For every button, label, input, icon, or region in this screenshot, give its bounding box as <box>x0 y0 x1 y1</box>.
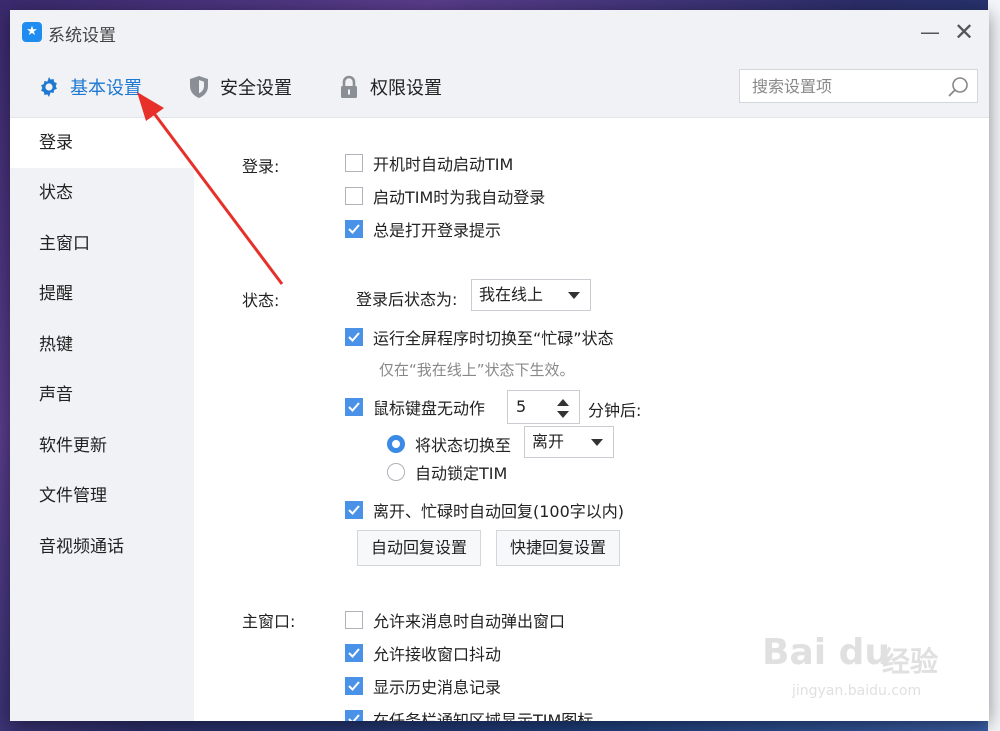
check-icon <box>348 505 360 515</box>
quick-reply-settings-button[interactable]: 快捷回复设置 <box>496 530 621 566</box>
background-app-edge <box>988 0 1000 731</box>
tab-permission-settings-label: 权限设置 <box>370 78 442 99</box>
fullscreen-hint: 仅在“我在线上”状态下生效。 <box>379 361 575 379</box>
search-input[interactable] <box>740 70 935 102</box>
checkbox-checked[interactable] <box>345 398 363 416</box>
radio-label: 将状态切换至 <box>415 436 512 455</box>
tab-basic-settings[interactable]: 基本设置 <box>36 72 142 102</box>
option-label: 开机时自动启动TIM <box>373 155 514 174</box>
sidebar-item-login[interactable]: 登录 <box>10 118 194 168</box>
option-auto-start[interactable]: 开机时自动启动TIM <box>345 151 513 175</box>
option-label: 允许来消息时自动弹出窗口 <box>373 612 566 631</box>
search-box <box>739 69 978 103</box>
after-login-status-label: 登录后状态为: <box>356 290 458 309</box>
section-label-status: 状态: <box>242 291 280 310</box>
auto-reply-settings-button[interactable]: 自动回复设置 <box>357 530 482 566</box>
option-auto-reply[interactable]: 离开、忙碌时自动回复(100字以内) <box>345 498 624 522</box>
settings-content: 登录: 开机时自动启动TIM 启动TIM时为我自动登录 总是打开登录提示 状态:… <box>194 118 989 721</box>
option-auto-login[interactable]: 启动TIM时为我自动登录 <box>345 184 545 208</box>
checkbox-checked[interactable] <box>345 328 363 346</box>
option-label: 显示历史消息记录 <box>373 678 502 697</box>
check-icon <box>348 714 360 721</box>
radio-selected[interactable] <box>387 435 405 453</box>
settings-sidebar: 登录 状态 主窗口 提醒 热键 声音 软件更新 文件管理 音视频通话 <box>10 118 194 721</box>
settings-toolbar: 基本设置 安全设置 权限设置 <box>10 54 989 118</box>
check-icon <box>348 681 360 691</box>
stepper-value: 5 <box>516 397 527 416</box>
checkbox-checked[interactable] <box>345 501 363 519</box>
option-label: 允许接收窗口抖动 <box>373 645 502 664</box>
checkbox[interactable] <box>345 154 363 172</box>
sidebar-item-software-update[interactable]: 软件更新 <box>10 421 194 471</box>
option-label: 运行全屏程序时切换至“忙碌”状态 <box>373 329 614 348</box>
check-icon <box>348 648 360 658</box>
idle-suffix: 分钟后: <box>588 401 642 420</box>
after-login-status-select[interactable]: 我在线上 <box>471 279 591 311</box>
check-icon <box>348 332 360 342</box>
checkbox-checked[interactable] <box>345 677 363 695</box>
sidebar-item-status[interactable]: 状态 <box>10 168 194 218</box>
tab-basic-settings-label: 基本设置 <box>70 78 142 99</box>
chevron-down-icon <box>591 439 603 446</box>
idle-status-select[interactable]: 离开 <box>524 426 614 458</box>
sidebar-item-reminder[interactable]: 提醒 <box>10 269 194 319</box>
option-show-history[interactable]: 显示历史消息记录 <box>345 674 501 698</box>
chevron-up-icon[interactable] <box>557 399 569 406</box>
search-icon[interactable] <box>947 75 971 99</box>
checkbox[interactable] <box>345 187 363 205</box>
select-value: 我在线上 <box>479 285 544 304</box>
tab-permission-settings[interactable]: 权限设置 <box>336 72 442 102</box>
option-tray-icon[interactable]: 在任务栏通知区域显示TIM图标 <box>345 707 593 721</box>
option-fullscreen-busy[interactable]: 运行全屏程序时切换至“忙碌”状态 <box>345 325 614 349</box>
chevron-down-icon <box>568 292 580 299</box>
sidebar-item-main-window[interactable]: 主窗口 <box>10 219 194 269</box>
sidebar-item-av-call[interactable]: 音视频通话 <box>10 522 194 572</box>
title-bar[interactable]: ★ 系统设置 — ✕ <box>10 10 989 54</box>
lock-icon <box>336 74 362 100</box>
option-login-prompt[interactable]: 总是打开登录提示 <box>345 217 501 241</box>
close-button[interactable]: ✕ <box>949 18 979 46</box>
radio-switch-status[interactable]: 将状态切换至 <box>387 432 511 456</box>
radio-label: 自动锁定TIM <box>415 464 508 483</box>
window-title: 系统设置 <box>48 26 116 46</box>
option-label: 鼠标键盘无动作 <box>373 399 486 418</box>
option-label: 在任务栏通知区域显示TIM图标 <box>373 711 594 721</box>
checkbox-checked[interactable] <box>345 644 363 662</box>
radio-unselected[interactable] <box>387 463 405 481</box>
tab-security-settings[interactable]: 安全设置 <box>186 72 292 102</box>
sidebar-item-file-management[interactable]: 文件管理 <box>10 471 194 521</box>
section-label-main-window: 主窗口: <box>242 612 296 631</box>
select-value: 离开 <box>532 432 565 451</box>
radio-auto-lock[interactable]: 自动锁定TIM <box>387 460 507 484</box>
shield-icon <box>186 74 212 100</box>
sidebar-item-sound[interactable]: 声音 <box>10 370 194 420</box>
check-icon <box>348 224 360 234</box>
option-auto-popup[interactable]: 允许来消息时自动弹出窗口 <box>345 608 565 632</box>
settings-window: ★ 系统设置 — ✕ 基本设置 安全设置 权限设置 搜索设置项 登录 状态 主窗… <box>10 10 989 721</box>
checkbox-checked[interactable] <box>345 710 363 721</box>
option-idle[interactable]: 鼠标键盘无动作 <box>345 395 485 419</box>
minimize-button[interactable]: — <box>915 18 945 46</box>
gear-icon <box>36 74 62 100</box>
checkbox[interactable] <box>345 611 363 629</box>
tab-security-settings-label: 安全设置 <box>220 78 292 99</box>
option-window-shake[interactable]: 允许接收窗口抖动 <box>345 641 501 665</box>
chevron-down-icon[interactable] <box>557 411 569 418</box>
tim-logo-icon: ★ <box>22 22 42 42</box>
option-label: 启动TIM时为我自动登录 <box>373 188 546 207</box>
option-label: 总是打开登录提示 <box>373 221 502 240</box>
option-label: 离开、忙碌时自动回复(100字以内) <box>373 502 625 521</box>
checkbox-checked[interactable] <box>345 220 363 238</box>
check-icon <box>348 402 360 412</box>
sidebar-item-hotkey[interactable]: 热键 <box>10 320 194 370</box>
idle-minutes-stepper[interactable]: 5 <box>507 390 580 424</box>
section-label-login: 登录: <box>242 157 280 176</box>
